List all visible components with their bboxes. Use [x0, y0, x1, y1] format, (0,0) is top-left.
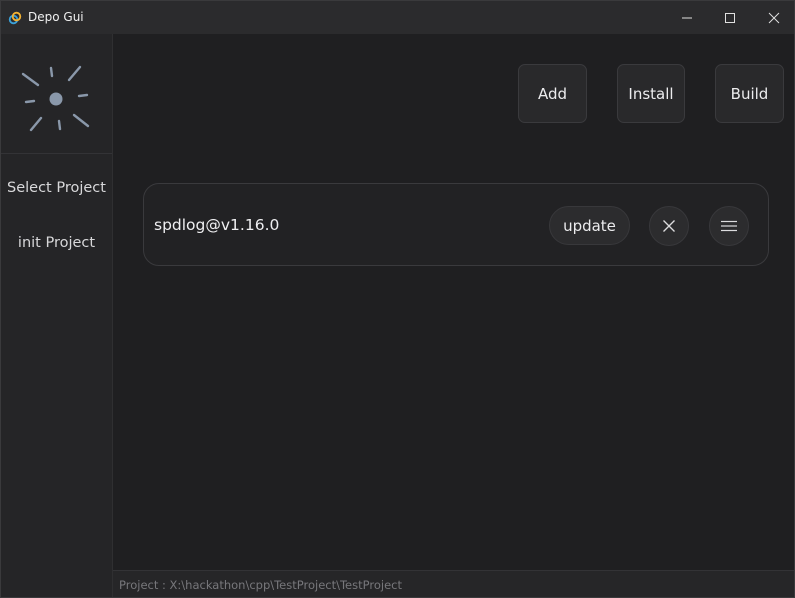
package-name: spdlog@v1.16.0 [154, 216, 280, 234]
maximize-icon [725, 12, 735, 23]
update-package-button[interactable]: update [549, 206, 630, 245]
sidebar-item-init-project[interactable]: init Project [1, 235, 112, 251]
package-menu-button[interactable] [709, 206, 749, 246]
sidebar: Select Project init Project [1, 34, 113, 597]
sidebar-divider [1, 153, 112, 154]
close-icon [663, 220, 675, 232]
close-icon [768, 12, 780, 23]
window-title: Depo Gui [28, 10, 84, 24]
install-button[interactable]: Install [617, 64, 685, 123]
title-bar: Depo Gui [1, 1, 794, 34]
minimize-button[interactable] [664, 1, 710, 34]
link-icon [8, 10, 22, 25]
add-button[interactable]: Add [518, 64, 587, 123]
remove-package-button[interactable] [649, 206, 689, 246]
build-button[interactable]: Build [715, 64, 784, 123]
sunburst-logo-icon [21, 64, 91, 134]
minimize-icon [682, 17, 692, 18]
package-row: spdlog@v1.16.0 update [143, 183, 769, 266]
app-window: Depo Gui Select Project init Project Add… [0, 0, 795, 598]
project-path: Project : X:\hackathon\cpp\TestProject\T… [119, 578, 402, 592]
sidebar-item-select-project[interactable]: Select Project [1, 180, 112, 196]
hamburger-menu-icon [721, 220, 737, 232]
status-bar: Project : X:\hackathon\cpp\TestProject\T… [113, 570, 794, 597]
close-window-button[interactable] [751, 1, 795, 34]
maximize-button[interactable] [707, 1, 753, 34]
